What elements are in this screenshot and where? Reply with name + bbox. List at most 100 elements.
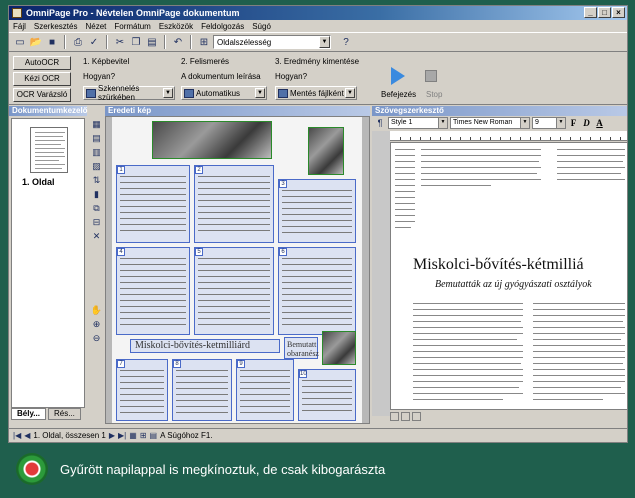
stop-label[interactable]: Stop bbox=[426, 90, 442, 99]
first-page-icon[interactable]: |◀ bbox=[13, 431, 21, 440]
page-status: 1. Oldal, összesen 1 bbox=[33, 431, 106, 440]
new-icon[interactable]: ▭ bbox=[13, 35, 27, 49]
photo-zone-right[interactable] bbox=[308, 127, 344, 175]
start-label[interactable]: Befejezés bbox=[381, 90, 416, 99]
text-zone[interactable]: 7 bbox=[116, 359, 168, 421]
text-zone[interactable]: 8 bbox=[172, 359, 232, 421]
step3-value: Mentés fájlként bbox=[290, 88, 344, 98]
size-combo[interactable]: 9 ▼ bbox=[532, 117, 566, 129]
menu-edit[interactable]: Szerkesztés bbox=[34, 22, 78, 31]
ocr-wizard-button[interactable]: OCR Varázsló bbox=[13, 88, 71, 102]
photo-zone-bottom[interactable] bbox=[322, 331, 356, 365]
text-zone[interactable]: 2 bbox=[194, 165, 274, 243]
text-zone[interactable]: 1 bbox=[116, 165, 190, 243]
photo-zone-top[interactable] bbox=[152, 121, 272, 159]
view-normal-button[interactable] bbox=[390, 412, 399, 421]
prev-page-icon[interactable]: ◀ bbox=[24, 431, 30, 440]
menu-format[interactable]: Formátum bbox=[114, 22, 150, 31]
underline-button[interactable]: A bbox=[594, 118, 605, 128]
step2-question: A dokumentum leírása bbox=[181, 72, 261, 81]
font-combo[interactable]: Times New Roman ▼ bbox=[450, 117, 530, 129]
headline-zone[interactable]: Miskolci-bővítés-ketmilliárd bbox=[130, 339, 280, 353]
menu-help[interactable]: Súgó bbox=[252, 22, 271, 31]
original-image-canvas[interactable]: 1 2 3 4 5 6 Miskolci-bővítés-ketmilliárd… bbox=[105, 116, 370, 424]
chevron-down-icon[interactable]: ▼ bbox=[345, 88, 355, 98]
view-layout-button[interactable] bbox=[401, 412, 410, 421]
zone-delete-icon[interactable]: ✕ bbox=[91, 230, 103, 242]
zone-split-icon[interactable]: ⊟ bbox=[91, 216, 103, 228]
zone-text-icon[interactable]: ▤ bbox=[91, 132, 103, 144]
print-icon[interactable]: ⎙ bbox=[71, 35, 85, 49]
text-zone[interactable]: 3 bbox=[278, 179, 356, 243]
undo-icon[interactable]: ↶ bbox=[171, 35, 185, 49]
text-zone[interactable]: 6 bbox=[278, 247, 356, 335]
text-zone[interactable]: 4 bbox=[116, 247, 190, 335]
text-zone[interactable]: 5 bbox=[194, 247, 274, 335]
tab-thumbnails[interactable]: Bély... bbox=[11, 408, 46, 420]
italic-button[interactable]: D bbox=[581, 118, 592, 128]
text-zone[interactable]: 10 bbox=[298, 369, 356, 421]
chevron-down-icon[interactable]: ▼ bbox=[520, 118, 529, 128]
step3-question: Hogyan? bbox=[275, 72, 308, 81]
pan-hand-icon[interactable]: ✋ bbox=[91, 304, 103, 316]
chevron-down-icon[interactable]: ▼ bbox=[438, 118, 447, 128]
spellcheck-icon[interactable]: ✓ bbox=[87, 35, 101, 49]
zoom-combo-value: Oldalszélesség bbox=[217, 37, 272, 47]
menu-process[interactable]: Feldolgozás bbox=[201, 22, 244, 31]
menu-view[interactable]: Nézet bbox=[85, 22, 106, 31]
paragraph-icon[interactable]: ¶ bbox=[374, 117, 386, 129]
title-bar: OmniPage Pro - Névtelen OmniPage dokumen… bbox=[9, 6, 627, 20]
style-combo[interactable]: Style 1 ▼ bbox=[388, 117, 448, 129]
step3-select[interactable]: Mentés fájlként ▼ bbox=[275, 86, 357, 100]
size-value: 9 bbox=[535, 119, 539, 126]
zone-column-icon[interactable]: ▮ bbox=[91, 188, 103, 200]
table-icon[interactable]: ▤ bbox=[150, 431, 158, 440]
zone-graphic-icon[interactable]: ▨ bbox=[91, 160, 103, 172]
start-play-icon[interactable] bbox=[391, 67, 405, 85]
help-pointer-icon[interactable]: ? bbox=[339, 35, 353, 49]
chevron-down-icon[interactable]: ▼ bbox=[319, 36, 330, 48]
step1-select[interactable]: Szkennelés szürkében ▼ bbox=[83, 84, 175, 102]
tab-details[interactable]: Rés... bbox=[47, 408, 81, 420]
minimize-button[interactable]: _ bbox=[584, 7, 597, 18]
auto-ocr-button[interactable]: AutoOCR bbox=[13, 56, 71, 70]
zone-merge-icon[interactable]: ⧉ bbox=[91, 202, 103, 214]
zoom-out-icon[interactable]: ⊖ bbox=[91, 332, 103, 344]
grid-icon[interactable]: ⊞ bbox=[140, 431, 147, 440]
page-thumbnail[interactable] bbox=[30, 127, 68, 173]
paste-icon[interactable]: ▤ bbox=[145, 35, 159, 49]
maximize-button[interactable]: □ bbox=[598, 7, 611, 18]
save-icon[interactable]: ■ bbox=[45, 35, 59, 49]
window-title: OmniPage Pro - Névtelen OmniPage dokumen… bbox=[26, 8, 240, 18]
menu-tools[interactable]: Eszközök bbox=[159, 22, 193, 31]
text-zone[interactable]: 9 bbox=[236, 359, 294, 421]
close-button[interactable]: × bbox=[612, 7, 625, 18]
zoom-icon[interactable]: ⊞ bbox=[197, 35, 211, 49]
document-manager-panel: Dokumentumkezelő 1. Oldal Bély... Rés... bbox=[9, 106, 88, 424]
step2-select[interactable]: Automatikus ▼ bbox=[181, 86, 267, 100]
manual-ocr-button[interactable]: Kézi OCR bbox=[13, 72, 71, 86]
bullet-target-icon bbox=[16, 453, 48, 485]
cut-icon[interactable]: ✂ bbox=[113, 35, 127, 49]
zone-order-icon[interactable]: ⇅ bbox=[91, 174, 103, 186]
open-icon[interactable]: 📂 bbox=[29, 35, 43, 49]
copy-icon[interactable]: ❐ bbox=[129, 35, 143, 49]
layout-icon[interactable]: ▦ bbox=[129, 431, 137, 440]
zone-select-icon[interactable]: ▦ bbox=[91, 118, 103, 130]
chevron-down-icon[interactable]: ▼ bbox=[255, 88, 265, 98]
zoom-combo[interactable]: Oldalszélesség ▼ bbox=[213, 35, 331, 49]
editor-ruler[interactable] bbox=[390, 131, 627, 141]
zoom-in-icon[interactable]: ⊕ bbox=[91, 318, 103, 330]
last-page-icon[interactable]: ▶| bbox=[118, 431, 126, 440]
zone-table-icon[interactable]: ▥ bbox=[91, 146, 103, 158]
chevron-down-icon[interactable]: ▼ bbox=[556, 118, 565, 128]
chevron-down-icon[interactable]: ▼ bbox=[163, 88, 173, 98]
next-page-icon[interactable]: ▶ bbox=[109, 431, 115, 440]
menu-file[interactable]: Fájl bbox=[13, 22, 26, 31]
editor-document[interactable]: Miskolci-bővítés-kétmilliá Bemutatták az… bbox=[390, 142, 627, 410]
small-text-zone[interactable]: Bemutatt obaranész bbox=[284, 337, 319, 359]
help-hint: A Súgóhoz F1. bbox=[160, 431, 213, 440]
stop-icon[interactable] bbox=[425, 70, 437, 82]
view-outline-button[interactable] bbox=[412, 412, 421, 421]
bold-button[interactable]: F bbox=[568, 118, 579, 128]
